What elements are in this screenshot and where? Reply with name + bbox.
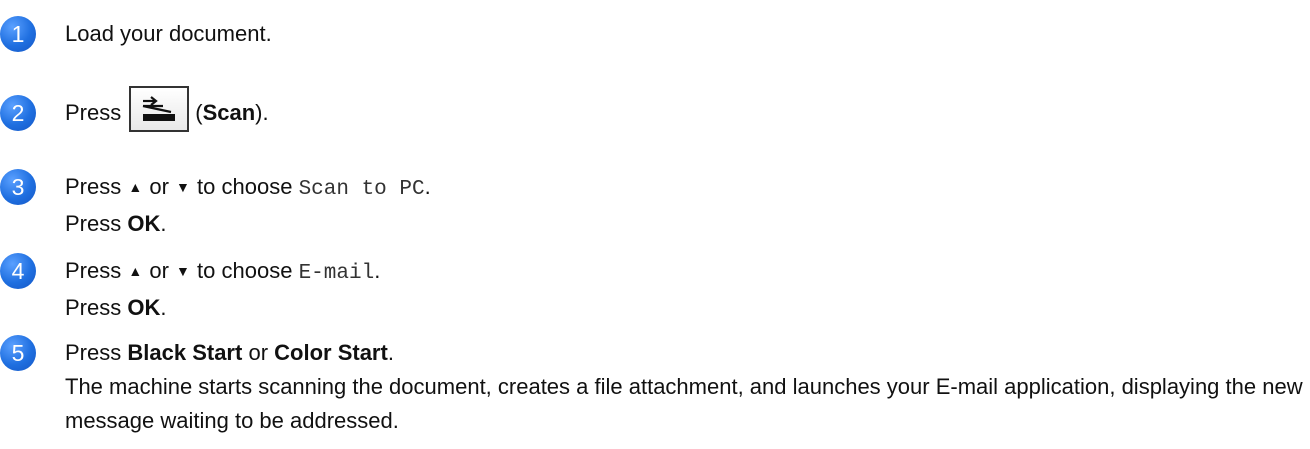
- down-arrow-icon: ▼: [176, 263, 190, 279]
- step-text: Press Black Start or Color Start. The ma…: [65, 336, 1305, 438]
- step-text: Press (Scan).: [65, 86, 269, 133]
- step-number-badge: 1: [0, 16, 36, 52]
- up-arrow-icon: ▲: [128, 179, 143, 195]
- step-number-badge: 4: [0, 253, 36, 289]
- menu-option: Scan to PC: [298, 178, 425, 201]
- scan-key-icon: [129, 86, 190, 133]
- step-paragraph: The machine starts scanning the document…: [65, 374, 1303, 433]
- ok-key-label: OK: [127, 295, 161, 320]
- step-number-badge: 5: [0, 335, 36, 371]
- menu-option: E-mail: [298, 262, 375, 285]
- step-number-badge: 2: [0, 95, 36, 131]
- step-text: Press ▲ or ▼ to choose E-mail. Press OK.: [65, 258, 381, 320]
- up-arrow-icon: ▲: [128, 263, 143, 279]
- step-number-badge: 3: [0, 169, 36, 205]
- color-start-key-label: Color Start: [274, 340, 388, 365]
- ok-key-label: OK: [127, 211, 161, 236]
- step-text: Press ▲ or ▼ to choose Scan to PC. Press…: [65, 174, 431, 236]
- down-arrow-icon: ▼: [176, 179, 190, 195]
- step-text: Load your document.: [65, 21, 272, 46]
- black-start-key-label: Black Start: [127, 340, 243, 365]
